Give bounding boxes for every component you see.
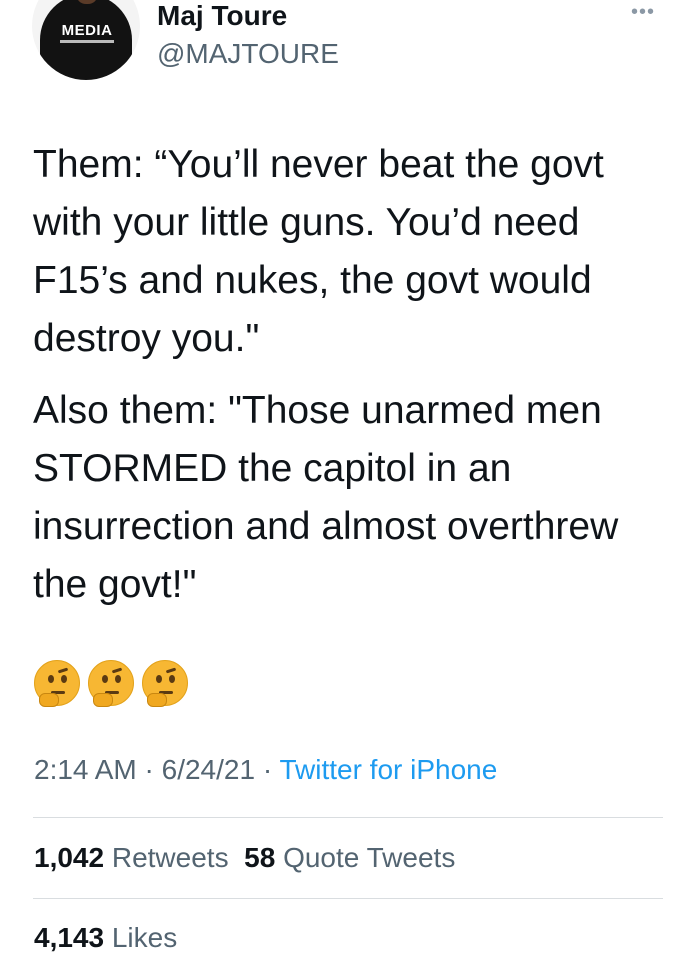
emoji-row: [34, 660, 188, 708]
quote-tweets-link[interactable]: 58 Quote Tweets: [244, 842, 455, 873]
retweets-count: 1,042: [34, 842, 105, 873]
thinking-face-icon: [142, 660, 188, 707]
divider: [33, 817, 663, 818]
retweets-link[interactable]: 1,042 Retweets: [34, 842, 229, 873]
likes-count: 4,143: [34, 922, 105, 953]
tweet-metadata: 2:14 AM · 6/24/21 · Twitter for iPhone: [34, 754, 497, 786]
tweet-source-link[interactable]: Twitter for iPhone: [279, 754, 497, 785]
thinking-face-icon: [88, 660, 134, 707]
retweet-stats: 1,042 Retweets 58 Quote Tweets: [34, 842, 455, 874]
avatar-logo-subline: [60, 40, 114, 43]
likes-label: Likes: [111, 922, 178, 953]
likes-stats: 4,143 Likes: [34, 922, 177, 954]
divider: [33, 898, 663, 899]
separator: ·: [262, 754, 273, 785]
avatar[interactable]: MEDIA: [32, 0, 140, 80]
separator: ·: [144, 754, 154, 785]
tweet-paragraph-1: Them: “You’ll never beat the govt with y…: [33, 143, 604, 360]
avatar-logo-text: MEDIA: [61, 22, 113, 39]
thinking-face-icon: [34, 660, 80, 707]
quote-tweets-count: 58: [244, 842, 276, 873]
tweet-paragraph-2: Also them: "Those unarmed men STORMED th…: [33, 389, 619, 606]
user-handle[interactable]: @MAJTOURE: [157, 38, 339, 70]
tweet-time[interactable]: 2:14 AM: [34, 754, 137, 785]
retweets-label: Retweets: [111, 842, 229, 873]
more-horizontal-icon[interactable]: •••: [624, 2, 662, 22]
tweet-date[interactable]: 6/24/21: [162, 754, 255, 785]
quote-tweets-label: Quote Tweets: [283, 842, 456, 873]
display-name[interactable]: Maj Toure: [157, 0, 287, 32]
likes-link[interactable]: 4,143 Likes: [34, 922, 177, 953]
tweet-text: Them: “You’ll never beat the govt with y…: [33, 136, 673, 614]
tweet-header: MEDIA Maj Toure @MAJTOURE •••: [0, 0, 696, 110]
